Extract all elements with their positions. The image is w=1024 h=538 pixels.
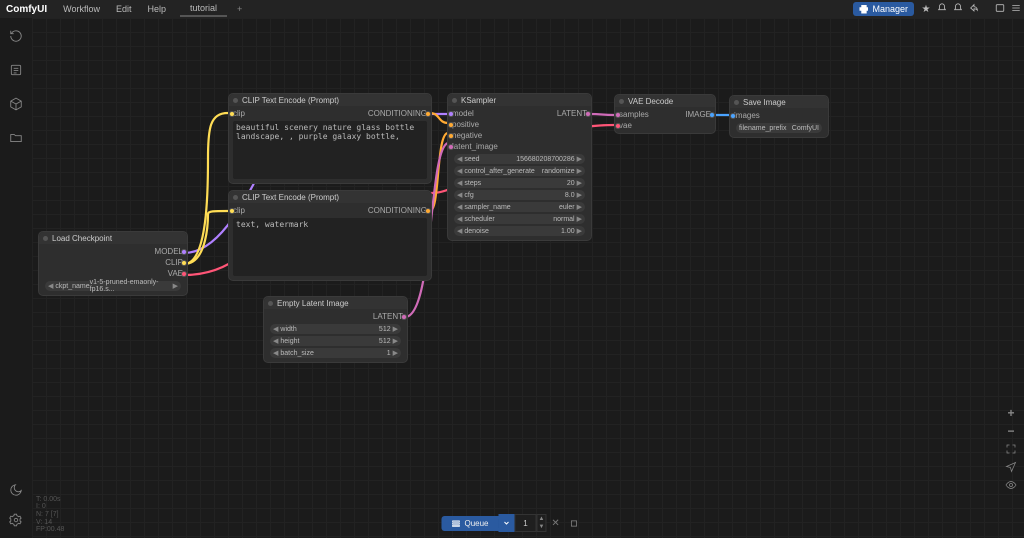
seed-widget[interactable]: ◀seed156680208700286▶ <box>454 154 585 164</box>
socket-model-in[interactable] <box>448 111 454 117</box>
node-clip-encode-negative[interactable]: CLIP Text Encode (Prompt) clip CONDITION… <box>228 190 432 281</box>
workflow-tab[interactable]: tutorial <box>180 1 227 17</box>
app-logo: ComfyUI <box>0 4 55 15</box>
socket-clip[interactable] <box>181 260 187 266</box>
socket-cond-out[interactable] <box>425 111 431 117</box>
history-icon[interactable] <box>8 28 24 44</box>
control-widget[interactable]: ◀control_after_generaterandomize▶ <box>454 166 585 176</box>
node-title: VAE Decode <box>628 97 673 106</box>
menu-edit[interactable]: Edit <box>108 4 140 14</box>
node-title: Save Image <box>743 98 786 107</box>
fit-button[interactable] <box>1002 440 1020 458</box>
height-widget[interactable]: ◀height512▶ <box>270 336 401 346</box>
settings-icon[interactable] <box>8 512 24 528</box>
socket-vae-in[interactable] <box>615 123 621 129</box>
locate-button[interactable] <box>1002 458 1020 476</box>
prompt-text[interactable]: text, watermark <box>233 218 427 276</box>
queue-dropdown[interactable] <box>499 514 515 532</box>
node-load-checkpoint[interactable]: Load Checkpoint MODEL CLIP VAE ◀ckpt_nam… <box>38 231 188 296</box>
node-save-image[interactable]: Save Image images filename_prefixComfyUI <box>729 95 829 138</box>
share-icon[interactable] <box>966 3 982 16</box>
node-vae-decode[interactable]: VAE Decode samplesIMAGE vae <box>614 94 716 134</box>
node-title: KSampler <box>461 96 496 105</box>
socket-model[interactable] <box>181 249 187 255</box>
node-title: Load Checkpoint <box>52 234 112 243</box>
queue-spinner[interactable]: ▲▼ <box>537 514 547 532</box>
socket-clip-in[interactable] <box>229 208 235 214</box>
window-icon[interactable] <box>992 3 1008 16</box>
stop-icon[interactable] <box>565 514 583 532</box>
manager-label: Manager <box>872 4 908 14</box>
list-icon[interactable] <box>8 62 24 78</box>
socket-positive-in[interactable] <box>448 122 454 128</box>
socket-latent-out[interactable] <box>585 111 591 117</box>
socket-clip-in[interactable] <box>229 111 235 117</box>
socket-cond-out[interactable] <box>425 208 431 214</box>
view-button[interactable] <box>1002 476 1020 494</box>
node-title: Empty Latent Image <box>277 299 349 308</box>
cfg-widget[interactable]: ◀cfg8.0▶ <box>454 190 585 200</box>
denoise-widget[interactable]: ◀denoise1.00▶ <box>454 226 585 236</box>
socket-vae[interactable] <box>181 271 187 277</box>
sampler-widget[interactable]: ◀sampler_nameeuler▶ <box>454 202 585 212</box>
socket-samples-in[interactable] <box>615 112 621 118</box>
socket-images-in[interactable] <box>730 113 736 119</box>
width-widget[interactable]: ◀width512▶ <box>270 324 401 334</box>
zoom-in-button[interactable]: + <box>1002 404 1020 422</box>
filename-widget[interactable]: filename_prefixComfyUI <box>736 123 822 133</box>
cube-icon[interactable] <box>8 96 24 112</box>
node-clip-encode-positive[interactable]: CLIP Text Encode (Prompt) clip CONDITION… <box>228 93 432 184</box>
socket-image-out[interactable] <box>709 112 715 118</box>
prompt-text[interactable]: beautiful scenery nature glass bottle la… <box>233 121 427 179</box>
scheduler-widget[interactable]: ◀schedulernormal▶ <box>454 214 585 224</box>
manager-button[interactable]: Manager <box>853 2 914 16</box>
star-icon[interactable]: ★ <box>918 4 934 15</box>
node-canvas[interactable]: Load Checkpoint MODEL CLIP VAE ◀ckpt_nam… <box>32 18 1024 538</box>
puzzle-icon <box>859 5 868 14</box>
batch-widget[interactable]: ◀batch_size1▶ <box>270 348 401 358</box>
output-model: MODEL <box>155 247 183 256</box>
menu-icon[interactable] <box>1008 3 1024 16</box>
folder-icon[interactable] <box>8 130 24 146</box>
steps-widget[interactable]: ◀steps20▶ <box>454 178 585 188</box>
socket-latent-out[interactable] <box>401 314 407 320</box>
bell-icon[interactable] <box>934 3 950 16</box>
queue-count[interactable]: 1 <box>515 514 537 532</box>
left-sidebar <box>0 18 32 538</box>
cancel-icon[interactable]: ✕ <box>547 514 565 532</box>
zoom-out-button[interactable]: − <box>1002 422 1020 440</box>
menu-help[interactable]: Help <box>139 4 174 14</box>
queue-button[interactable]: Queue <box>441 516 498 531</box>
hud-stats: T: 0.00s I: 0 N: 7 [7] V: 14 FP:00.48 <box>36 496 64 534</box>
top-menubar: ComfyUI Workflow Edit Help tutorial + Ma… <box>0 0 1024 18</box>
menu-workflow[interactable]: Workflow <box>55 4 108 14</box>
theme-icon[interactable] <box>8 482 24 498</box>
node-title: CLIP Text Encode (Prompt) <box>242 193 339 202</box>
add-tab-button[interactable]: + <box>227 4 252 14</box>
queue-bar: Queue 1 ▲▼ ✕ <box>441 514 582 532</box>
ckpt-name-widget[interactable]: ◀ckpt_name v1-5-pruned-emaonly-fp16.s...… <box>45 281 181 291</box>
node-ksampler[interactable]: KSampler modelLATENT positive negative l… <box>447 93 592 241</box>
node-title: CLIP Text Encode (Prompt) <box>242 96 339 105</box>
socket-negative-in[interactable] <box>448 133 454 139</box>
canvas-tools: + − <box>1002 404 1020 494</box>
socket-latent-in[interactable] <box>448 144 454 150</box>
bell2-icon[interactable] <box>950 3 966 16</box>
node-empty-latent[interactable]: Empty Latent Image LATENT ◀width512▶ ◀he… <box>263 296 408 363</box>
